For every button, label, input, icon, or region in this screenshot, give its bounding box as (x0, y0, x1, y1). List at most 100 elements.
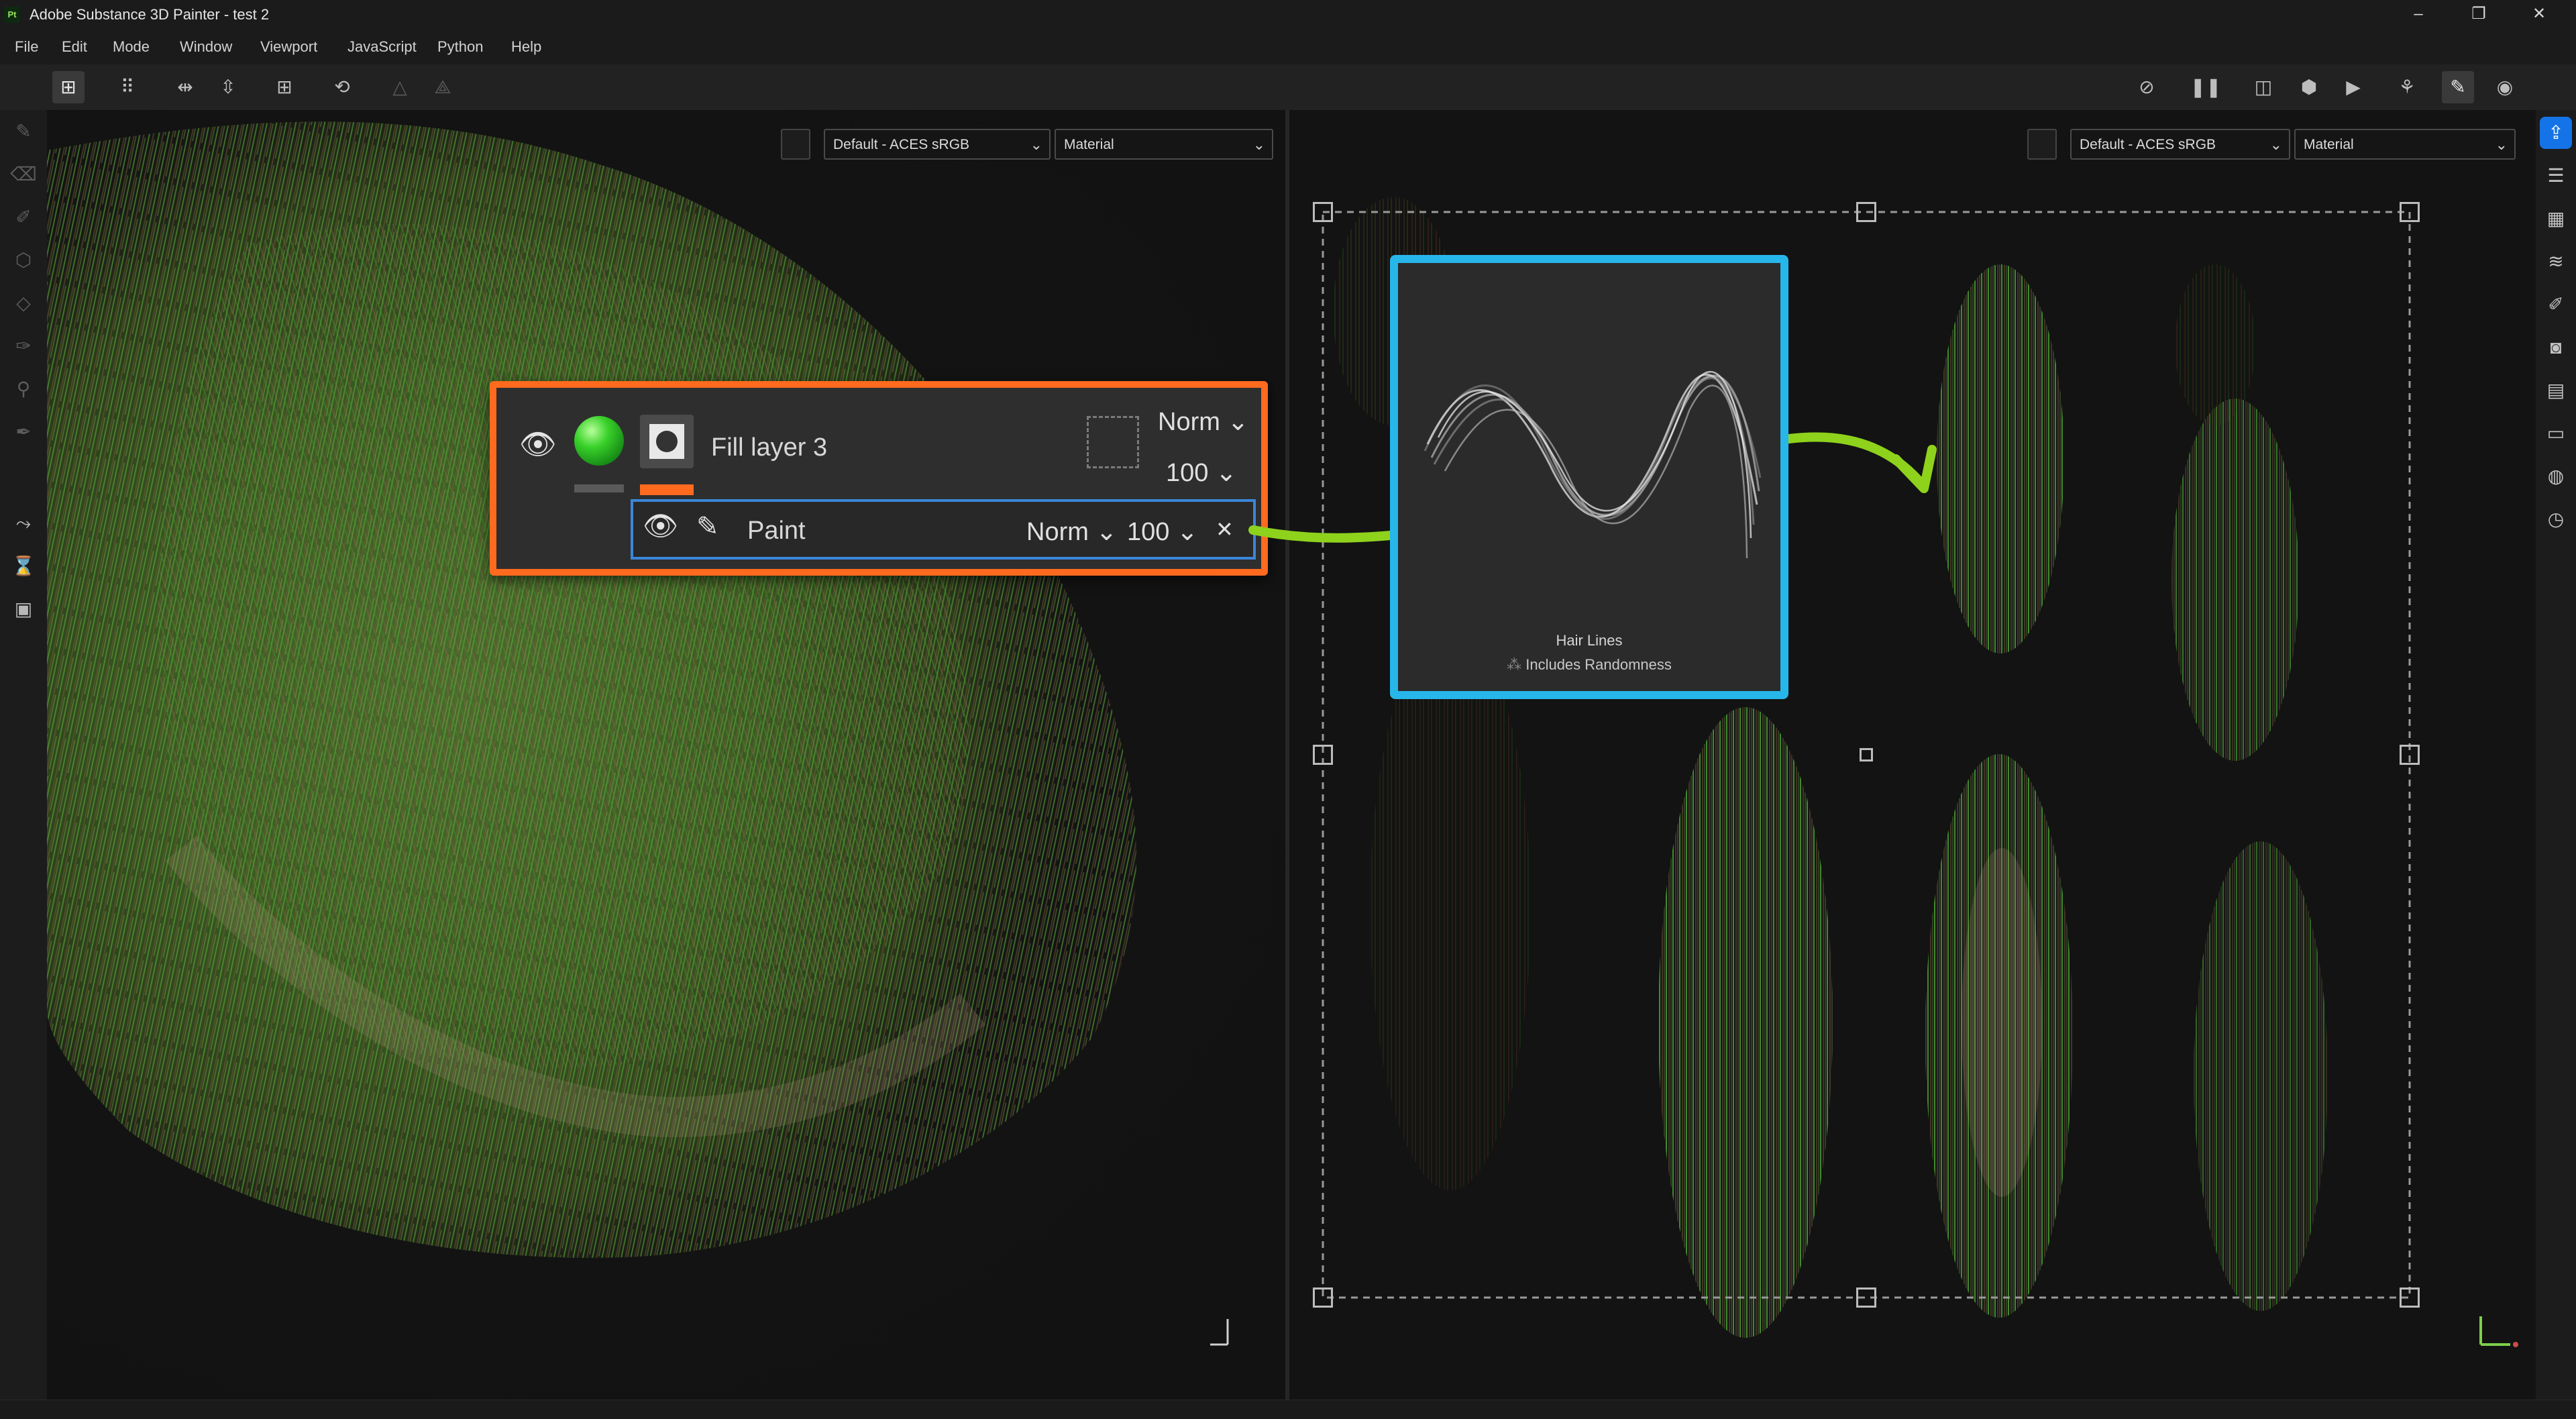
camera-icon: ▶ (2346, 76, 2361, 97)
menu-file[interactable]: File (15, 38, 38, 56)
log-button[interactable]: ▤ (2540, 374, 2572, 407)
title-bar: Pt Adobe Substance 3D Painter - test 2 –… (0, 0, 2576, 30)
material-color-bar (574, 484, 624, 492)
randomness-icon: ⁂ (1507, 656, 1526, 673)
brush-preset-callout[interactable]: Hair Lines ⁂ Includes Randomness (1390, 255, 1788, 699)
eye-icon: 👁 (643, 510, 679, 541)
brush-button[interactable]: ✎ (2442, 71, 2474, 103)
menu-viewport[interactable]: Viewport (260, 38, 317, 56)
log-icon: ▤ (2546, 380, 2565, 401)
menu-window[interactable]: Window (180, 38, 232, 56)
menu-edit[interactable]: Edit (62, 38, 87, 56)
layers-panel-button[interactable]: ☰ (2540, 160, 2572, 192)
menu-javascript[interactable]: JavaScript (347, 38, 417, 56)
projection-tool[interactable]: ✐ (7, 201, 40, 233)
display-settings-button[interactable]: ◙ (2540, 331, 2572, 364)
paint-opacity-value: 100 (1127, 518, 1170, 546)
display-tool[interactable]: ▣ (7, 593, 40, 625)
bake-tool[interactable]: ⌛ (7, 550, 40, 582)
paint-effect-name: Paint (747, 517, 806, 545)
minimize-button[interactable]: – (2388, 0, 2449, 30)
layer-stack-button[interactable]: ≋ (2540, 246, 2572, 278)
transform-handle-top-right[interactable] (2400, 202, 2420, 222)
channel-dropdown-3d[interactable]: Material ⌄ (1055, 129, 1273, 160)
texture-set-button[interactable]: ▦ (2540, 203, 2572, 235)
history-button[interactable]: ◷ (2540, 503, 2572, 535)
hair-lines-preview (1424, 370, 1762, 559)
mask-thumbnail[interactable] (640, 415, 694, 468)
grid-view-button[interactable]: ⊞ (52, 71, 85, 103)
maximize-button[interactable]: ❐ (2449, 0, 2509, 30)
assets-globe-icon: ◍ (2547, 466, 2565, 486)
color-picker-icon: ✒ (15, 421, 32, 442)
cube-button[interactable]: ⬢ (2293, 71, 2325, 103)
layer-mask-slot[interactable] (1087, 416, 1139, 468)
paint-opacity[interactable]: 100 ⌄ (1127, 517, 1198, 547)
smudge-icon: ✑ (15, 335, 32, 356)
layer-visibility-toggle[interactable]: 👁 (519, 427, 557, 462)
paint-visibility-toggle[interactable]: 👁 (643, 510, 678, 543)
assets-button[interactable]: ◍ (2540, 460, 2572, 492)
export-panel-button[interactable]: ⇪ (2540, 117, 2572, 149)
clone-tool[interactable]: ⚲ (7, 373, 40, 405)
smudge-tool[interactable]: ✑ (7, 330, 40, 362)
paint-effect-row[interactable]: 👁 ✎ Paint Norm ⌄ 100 ⌄ ✕ (631, 499, 1256, 560)
symmetry-alt-icon: ⟁ (434, 76, 451, 97)
menu-python[interactable]: Python (437, 38, 484, 56)
colorspace-dropdown-2d[interactable]: Default - ACES sRGB ⌄ (2070, 129, 2290, 160)
screenshot-button[interactable]: ◉ (2489, 71, 2521, 103)
close-window-button[interactable]: ✕ (2509, 0, 2569, 30)
mirror-x-button[interactable]: ⇹ (169, 71, 201, 103)
channel-dropdown-2d[interactable]: Material ⌄ (2294, 129, 2516, 160)
layer-name: Fill layer 3 (711, 433, 828, 462)
paint-tool[interactable]: ✎ (7, 115, 40, 148)
picker-tool[interactable]: ✒ (7, 416, 40, 448)
mirror-y-button[interactable]: ⇳ (212, 71, 244, 103)
menu-mode[interactable]: Mode (113, 38, 150, 56)
bake-button[interactable]: ⚘ (2391, 71, 2423, 103)
paint-blend-mode[interactable]: Norm ⌄ (1026, 517, 1117, 547)
transform-handle-top-center[interactable] (1856, 202, 1876, 222)
env-toggle-2d[interactable] (2027, 129, 2057, 160)
menu-help[interactable]: Help (511, 38, 541, 56)
transform-handle-bottom-center[interactable] (1856, 1287, 1876, 1308)
pause-button[interactable]: ❚❚ (2190, 71, 2222, 103)
transform-handle-middle-left[interactable] (1313, 745, 1333, 765)
transform-handle-bottom-right[interactable] (2400, 1287, 2420, 1308)
polygon-fill-tool[interactable]: ◇ (7, 287, 40, 319)
viewport-3d[interactable]: Default - ACES sRGB ⌄ Material ⌄ (47, 110, 1285, 1400)
colorspace-dropdown-3d[interactable]: Default - ACES sRGB ⌄ (824, 129, 1051, 160)
transform-handle-top-left[interactable] (1313, 202, 1333, 222)
paint-brush-icon: ✎ (696, 512, 719, 541)
brush-preset-name: Hair Lines (1556, 632, 1623, 649)
layer-opacity[interactable]: 100 ⌄ (1166, 458, 1237, 488)
hide-button[interactable]: ⊘ (2131, 71, 2163, 103)
remove-effect-button[interactable]: ✕ (1216, 517, 1234, 542)
maximize-icon: ❐ (2471, 5, 2486, 23)
shelf-icon: ▭ (2546, 423, 2565, 443)
split-view-button[interactable]: ◫ (2247, 71, 2279, 103)
transform-handle-bottom-left[interactable] (1313, 1287, 1333, 1308)
fill-material-thumbnail[interactable] (574, 416, 624, 466)
app-logo: Pt (4, 7, 20, 23)
eraser-tool[interactable]: ⌫ (7, 158, 40, 191)
reset-button[interactable]: ⟲ (326, 71, 358, 103)
env-toggle-3d[interactable] (781, 129, 810, 160)
colorspace-value-2d: Default - ACES sRGB (2080, 137, 2216, 152)
shelf-button[interactable]: ▭ (2540, 417, 2572, 450)
properties-button[interactable]: ✐ (2540, 288, 2572, 321)
layer-blend-mode[interactable]: Norm ⌄ (1158, 407, 1248, 437)
brush-preset-note-text: Includes Randomness (1525, 656, 1672, 673)
tiles-button[interactable]: ⠿ (111, 71, 144, 103)
transform-handle-middle-right[interactable] (2400, 745, 2420, 765)
camera-button[interactable]: ▶ (2337, 71, 2369, 103)
chevron-down-icon: ⌄ (1169, 518, 1198, 546)
add-button[interactable]: ⊞ (268, 71, 301, 103)
symmetry-button[interactable]: △ (384, 71, 416, 103)
path-tool[interactable]: ⤳ (7, 507, 40, 539)
transform-handle-center[interactable] (1860, 748, 1873, 761)
layer-stack-icon: ≋ (2548, 251, 2564, 272)
screenshot-icon: ◉ (2496, 76, 2514, 97)
symmetry-alt-button[interactable]: ⟁ (427, 71, 459, 103)
geometry-fill-tool[interactable]: ⬡ (7, 244, 40, 276)
